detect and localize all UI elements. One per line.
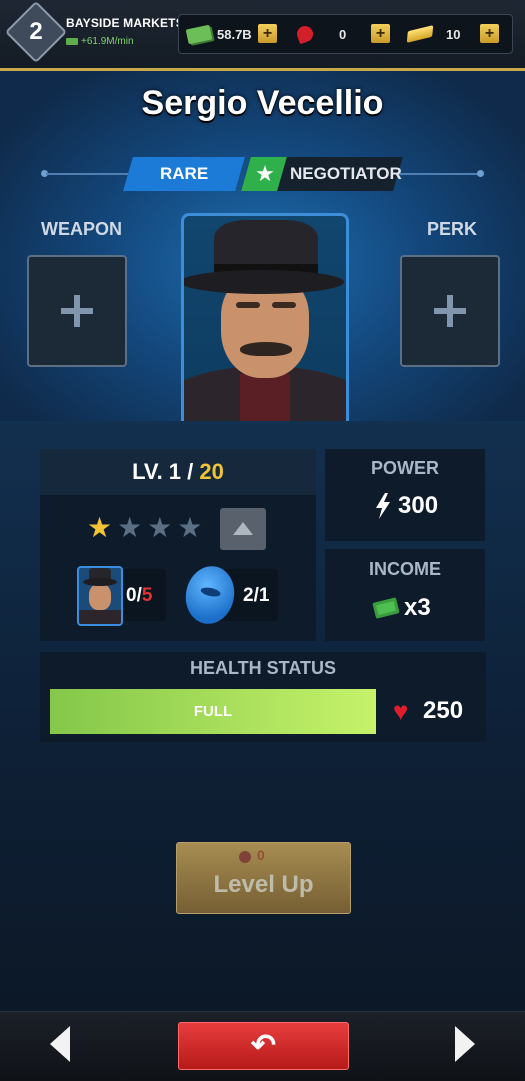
token-hat-shape bbox=[200, 586, 222, 599]
weapon-slot[interactable] bbox=[27, 255, 127, 367]
level-max: 20 bbox=[193, 459, 224, 484]
level-current: LV. 1 / bbox=[132, 459, 194, 484]
divider-line bbox=[398, 173, 478, 175]
weapon-label: WEAPON bbox=[41, 219, 122, 239]
level-header: LV. 1 / 20 bbox=[40, 449, 316, 495]
add-cash-button[interactable]: + bbox=[258, 24, 277, 43]
income-rate: +61.9M/min bbox=[66, 36, 134, 47]
star-icon-empty: ★ bbox=[147, 512, 173, 543]
rose-value: 0 bbox=[339, 26, 347, 42]
duplicate-have: 0/ bbox=[126, 585, 142, 606]
rose-icon bbox=[239, 851, 251, 863]
character-portrait bbox=[181, 213, 349, 421]
divider-dot bbox=[477, 170, 484, 177]
star-icon-filled: ★ bbox=[87, 512, 113, 543]
health-label: HEALTH STATUS bbox=[190, 658, 336, 678]
star-icon-empty: ★ bbox=[117, 512, 143, 543]
back-arrow-icon: ↶ bbox=[250, 1029, 277, 1062]
income-value: x3 bbox=[404, 594, 431, 621]
perk-slot[interactable] bbox=[400, 255, 500, 367]
character-name: Sergio Vecellio bbox=[141, 84, 384, 122]
rose-resource: 0 bbox=[294, 15, 347, 53]
money-icon bbox=[372, 597, 400, 619]
level-up-label: Level Up bbox=[213, 871, 314, 898]
power-value-row: 300 bbox=[374, 492, 438, 520]
gold-resource: 10 bbox=[406, 15, 461, 53]
lightning-icon bbox=[376, 493, 390, 519]
gold-value: 10 bbox=[446, 26, 461, 42]
level-up-button[interactable]: 0 Level Up bbox=[176, 842, 351, 914]
power-label: POWER bbox=[370, 458, 439, 478]
portrait-mustache bbox=[240, 342, 292, 356]
back-button[interactable]: ↶ bbox=[178, 1022, 349, 1070]
next-character-button[interactable] bbox=[455, 1026, 475, 1062]
plus-icon-stroke bbox=[447, 295, 453, 327]
role-label: NEGOTIATOR bbox=[290, 164, 402, 183]
portrait-brow bbox=[272, 302, 296, 308]
income-label: INCOME bbox=[369, 559, 441, 579]
plus-icon-stroke bbox=[74, 295, 80, 327]
rarity-label: RARE bbox=[159, 164, 209, 183]
portrait-shirt bbox=[240, 374, 290, 421]
gold-bar-icon bbox=[406, 25, 434, 43]
star-icon: ★ bbox=[255, 161, 275, 186]
character-card-icon[interactable] bbox=[77, 566, 123, 626]
cash-icon bbox=[185, 24, 213, 44]
health-value: 250 bbox=[423, 697, 464, 724]
star-rating: ★ ★ ★ ★ bbox=[87, 514, 202, 542]
star-upgrade-button[interactable] bbox=[220, 508, 266, 550]
income-rate-value: +61.9M/min bbox=[81, 36, 134, 47]
arrow-up-icon bbox=[233, 522, 253, 535]
level-up-cost: 0 bbox=[257, 847, 265, 863]
perk-label: PERK bbox=[427, 219, 478, 239]
district-name: BAYSIDE MARKETS bbox=[66, 16, 184, 30]
duplicate-count: 0/5 bbox=[126, 585, 152, 607]
cash-value: 58.7B bbox=[217, 26, 252, 42]
cash-icon bbox=[66, 38, 78, 45]
add-rose-button[interactable]: + bbox=[371, 24, 390, 43]
cash-resource: 58.7B bbox=[185, 15, 252, 53]
player-level: 2 bbox=[29, 18, 43, 45]
health-status: FULL bbox=[193, 703, 233, 720]
portrait-brow bbox=[236, 302, 260, 308]
rarity-badge: RARE bbox=[123, 157, 245, 191]
mini-coat bbox=[79, 610, 121, 624]
resource-panel: 58.7B + 0 + 10 + bbox=[178, 14, 513, 54]
mini-hat-brim bbox=[83, 578, 117, 586]
portrait-hat-brim bbox=[184, 270, 344, 294]
token-count: 2/1 bbox=[243, 585, 270, 606]
previous-character-button[interactable] bbox=[50, 1026, 70, 1062]
mini-face bbox=[89, 584, 111, 610]
income-value-row: x3 bbox=[372, 594, 431, 622]
add-gold-button[interactable]: + bbox=[480, 24, 499, 43]
duplicate-need: 5 bbox=[141, 585, 153, 606]
divider-line bbox=[46, 173, 128, 175]
heart-icon: ♥ bbox=[393, 696, 409, 726]
rose-icon bbox=[294, 23, 316, 45]
power-value: 300 bbox=[398, 492, 439, 519]
star-icon-empty: ★ bbox=[177, 512, 203, 543]
